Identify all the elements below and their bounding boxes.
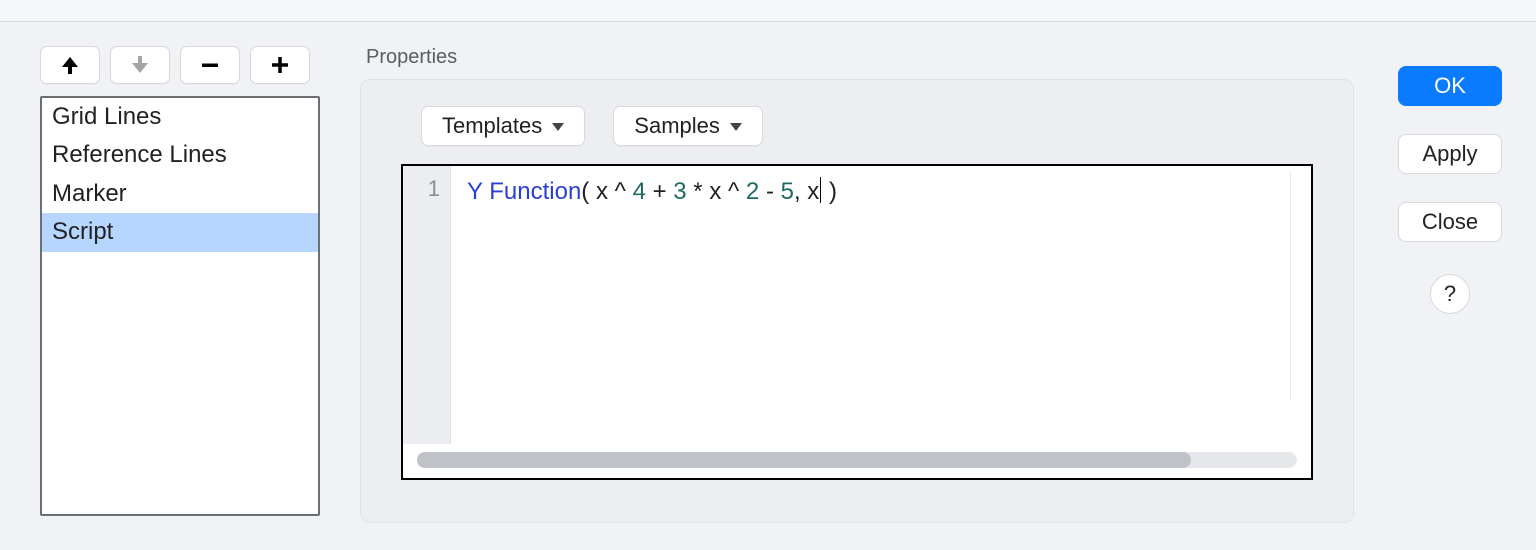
code-token: ( x ^ xyxy=(581,178,632,205)
move-down-button[interactable] xyxy=(110,46,170,84)
chevron-down-icon xyxy=(730,123,742,131)
line-gutter: 1 xyxy=(403,166,451,444)
list-toolbar xyxy=(40,46,320,84)
apply-button[interactable]: Apply xyxy=(1398,134,1502,174)
code-token: - xyxy=(759,178,780,205)
script-editor[interactable]: 1 Y Function( x ^ 4 + 3 * x ^ 2 - 5, x ) xyxy=(401,164,1313,480)
arrow-down-icon xyxy=(130,55,150,75)
templates-dropdown[interactable]: Templates xyxy=(421,106,585,146)
right-column: OK Apply Close ? xyxy=(1394,46,1506,314)
code-token-number: 5 xyxy=(781,178,794,205)
help-button[interactable]: ? xyxy=(1430,274,1470,314)
properties-panel: Templates Samples 1 Y Function( x ^ 4 + … xyxy=(360,79,1354,523)
customization-listbox[interactable]: Grid Lines Reference Lines Marker Script xyxy=(40,96,320,516)
line-number: 1 xyxy=(428,176,440,201)
ok-button[interactable]: OK xyxy=(1398,66,1502,106)
editor-body: 1 Y Function( x ^ 4 + 3 * x ^ 2 - 5, x ) xyxy=(403,166,1311,444)
code-token-number: 2 xyxy=(746,178,759,205)
editor-inner-border xyxy=(1290,172,1291,400)
samples-dropdown[interactable]: Samples xyxy=(613,106,763,146)
remove-button[interactable] xyxy=(180,46,240,84)
add-button[interactable] xyxy=(250,46,310,84)
dropdown-row: Templates Samples xyxy=(421,106,1313,146)
code-token-function: Y Function xyxy=(467,178,581,205)
center-column: Properties Templates Samples 1 Y Functio… xyxy=(360,46,1354,523)
chevron-down-icon xyxy=(552,123,564,131)
code-token: * x ^ xyxy=(687,178,746,205)
move-up-button[interactable] xyxy=(40,46,100,84)
panel-title: Properties xyxy=(366,46,1354,69)
code-token-number: 3 xyxy=(673,178,686,205)
close-button[interactable]: Close xyxy=(1398,202,1502,242)
code-token-number: 4 xyxy=(633,178,646,205)
list-item[interactable]: Grid Lines xyxy=(42,98,318,136)
scroll-thumb[interactable] xyxy=(417,452,1191,468)
code-token: , x xyxy=(794,178,819,205)
code-token: + xyxy=(646,178,673,205)
code-area[interactable]: Y Function( x ^ 4 + 3 * x ^ 2 - 5, x ) xyxy=(451,166,1311,444)
minus-icon xyxy=(200,55,220,75)
templates-label: Templates xyxy=(442,113,542,139)
list-item[interactable]: Reference Lines xyxy=(42,136,318,174)
list-item[interactable]: Marker xyxy=(42,175,318,213)
code-token: ) xyxy=(822,178,837,205)
left-column: Grid Lines Reference Lines Marker Script xyxy=(40,46,320,516)
main-layout: Grid Lines Reference Lines Marker Script… xyxy=(0,22,1536,543)
arrow-up-icon xyxy=(60,55,80,75)
samples-label: Samples xyxy=(634,113,720,139)
horizontal-scrollbar[interactable] xyxy=(417,452,1297,468)
list-item[interactable]: Script xyxy=(42,213,318,251)
plus-icon xyxy=(270,55,290,75)
window-top-divider xyxy=(0,0,1536,22)
